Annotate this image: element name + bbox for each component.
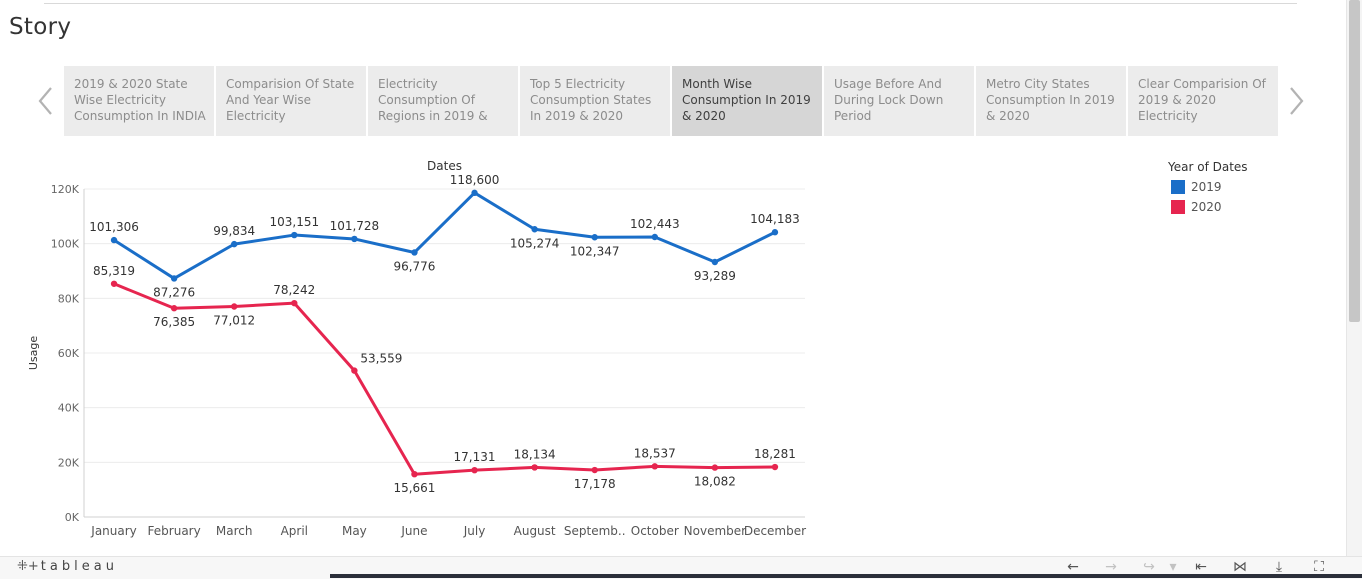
data-point-2020 bbox=[471, 466, 478, 474]
y-tick-label: 120K bbox=[51, 183, 80, 196]
data-label-2020: 53,559 bbox=[360, 352, 402, 366]
data-label-2019: 105,274 bbox=[510, 236, 560, 250]
series-line-2020 bbox=[113, 282, 775, 476]
data-point-2019 bbox=[591, 234, 598, 241]
data-label-2019: 96,776 bbox=[393, 259, 435, 273]
data-point-2019 bbox=[351, 235, 358, 243]
data-point-2020 bbox=[231, 303, 238, 310]
data-label-2020: 15,661 bbox=[393, 481, 435, 495]
data-point-2019 bbox=[231, 240, 238, 248]
x-tick-label: March bbox=[216, 524, 253, 538]
data-point-2020 bbox=[771, 463, 779, 471]
x-tick-label: November bbox=[684, 524, 746, 538]
x-tick-label: August bbox=[514, 524, 556, 538]
y-tick-label: 100K bbox=[51, 238, 80, 251]
data-label-2019: 103,151 bbox=[269, 215, 319, 229]
data-point-2020 bbox=[651, 463, 658, 470]
y-tick-label: 40K bbox=[58, 402, 80, 415]
legend-swatch-2019 bbox=[1171, 180, 1185, 194]
data-label-2020: 77,012 bbox=[213, 314, 255, 328]
data-label-2020: 17,131 bbox=[454, 450, 496, 464]
data-point-2019 bbox=[531, 226, 538, 233]
data-point-2020 bbox=[291, 299, 298, 307]
data-label-2020: 18,281 bbox=[754, 447, 796, 461]
undo-icon[interactable]: ← bbox=[1064, 559, 1082, 575]
y-tick-label: 60K bbox=[58, 347, 80, 360]
share-icon[interactable]: ⋈ bbox=[1231, 559, 1249, 575]
x-tick-label: October bbox=[631, 524, 679, 538]
data-point-2020 bbox=[170, 305, 178, 312]
data-label-2019: 99,834 bbox=[213, 224, 255, 238]
legend-item-2019[interactable]: 2019 bbox=[1171, 180, 1222, 194]
scrollbar-thumb[interactable] bbox=[1349, 0, 1360, 322]
vertical-scrollbar[interactable] bbox=[1346, 0, 1362, 556]
legend-label-2020: 2020 bbox=[1191, 200, 1222, 214]
x-tick-label: Septemb.. bbox=[564, 524, 626, 538]
data-point-2019 bbox=[291, 231, 298, 239]
data-label-2020: 76,385 bbox=[153, 315, 195, 329]
redo-icon[interactable]: → bbox=[1102, 559, 1120, 575]
data-point-2019 bbox=[771, 229, 779, 236]
reset-icon[interactable]: ⇤ bbox=[1192, 559, 1210, 575]
data-point-2019 bbox=[471, 189, 478, 197]
data-point-2020 bbox=[711, 464, 719, 471]
y-axis-title: Usage bbox=[27, 336, 40, 371]
x-tick-label: December bbox=[744, 524, 806, 538]
x-axis-title: Dates bbox=[427, 159, 462, 173]
revert-icon[interactable]: ↪ bbox=[1140, 559, 1158, 575]
data-label-2019: 101,306 bbox=[89, 220, 139, 234]
data-label-2020: 18,082 bbox=[694, 475, 736, 489]
legend-swatch-2020 bbox=[1171, 200, 1185, 214]
x-tick-label: February bbox=[148, 524, 201, 538]
data-label-2020: 17,178 bbox=[574, 477, 616, 491]
data-label-2019: 101,728 bbox=[330, 219, 380, 233]
tableau-logo[interactable]: ⁜+ tableau bbox=[17, 559, 118, 574]
legend-title: Year of Dates bbox=[1168, 160, 1248, 174]
data-point-2019 bbox=[711, 258, 719, 266]
data-label-2019: 104,183 bbox=[750, 212, 800, 226]
data-label-2020: 18,537 bbox=[634, 446, 676, 460]
data-label-2019: 118,600 bbox=[450, 173, 500, 187]
data-label-2020: 78,242 bbox=[273, 283, 315, 297]
y-tick-label: 20K bbox=[58, 456, 80, 469]
data-point-2020 bbox=[591, 466, 598, 474]
data-label-2019: 102,347 bbox=[570, 244, 620, 258]
data-label-2020: 85,319 bbox=[93, 264, 135, 278]
x-tick-label: May bbox=[342, 524, 367, 538]
data-point-2020 bbox=[411, 470, 418, 478]
data-label-2019: 93,289 bbox=[694, 269, 736, 283]
data-point-2019 bbox=[110, 236, 118, 244]
data-label-2019: 102,443 bbox=[630, 217, 680, 231]
download-icon[interactable]: ⤓ bbox=[1270, 559, 1288, 575]
legend-label-2019: 2019 bbox=[1191, 180, 1222, 194]
tableau-wordmark: tableau bbox=[40, 559, 118, 574]
data-point-2020 bbox=[531, 464, 538, 471]
legend-item-2020[interactable]: 2020 bbox=[1171, 200, 1222, 214]
data-label-2020: 18,134 bbox=[514, 447, 556, 461]
data-label-2019: 87,276 bbox=[153, 285, 195, 299]
fullscreen-icon[interactable]: ⛶ bbox=[1310, 559, 1328, 575]
data-point-2020 bbox=[351, 367, 358, 374]
data-point-2019 bbox=[170, 275, 178, 282]
x-tick-label: July bbox=[463, 524, 486, 538]
y-tick-label: 80K bbox=[58, 292, 80, 305]
x-tick-label: April bbox=[281, 524, 308, 538]
line-chart: 0K 20K 40K 60K 80K 100K 120K January February Mar… bbox=[27, 159, 806, 538]
dropdown-icon[interactable]: ▾ bbox=[1164, 559, 1182, 575]
y-tick-label: 0K bbox=[65, 511, 80, 524]
data-point-2019 bbox=[411, 249, 418, 256]
tableau-plus-icon: ⁜+ bbox=[17, 559, 39, 574]
data-point-2019 bbox=[651, 233, 658, 241]
x-tick-label: January bbox=[90, 524, 137, 538]
data-point-2020 bbox=[110, 280, 118, 287]
x-tick-label: June bbox=[400, 524, 427, 538]
